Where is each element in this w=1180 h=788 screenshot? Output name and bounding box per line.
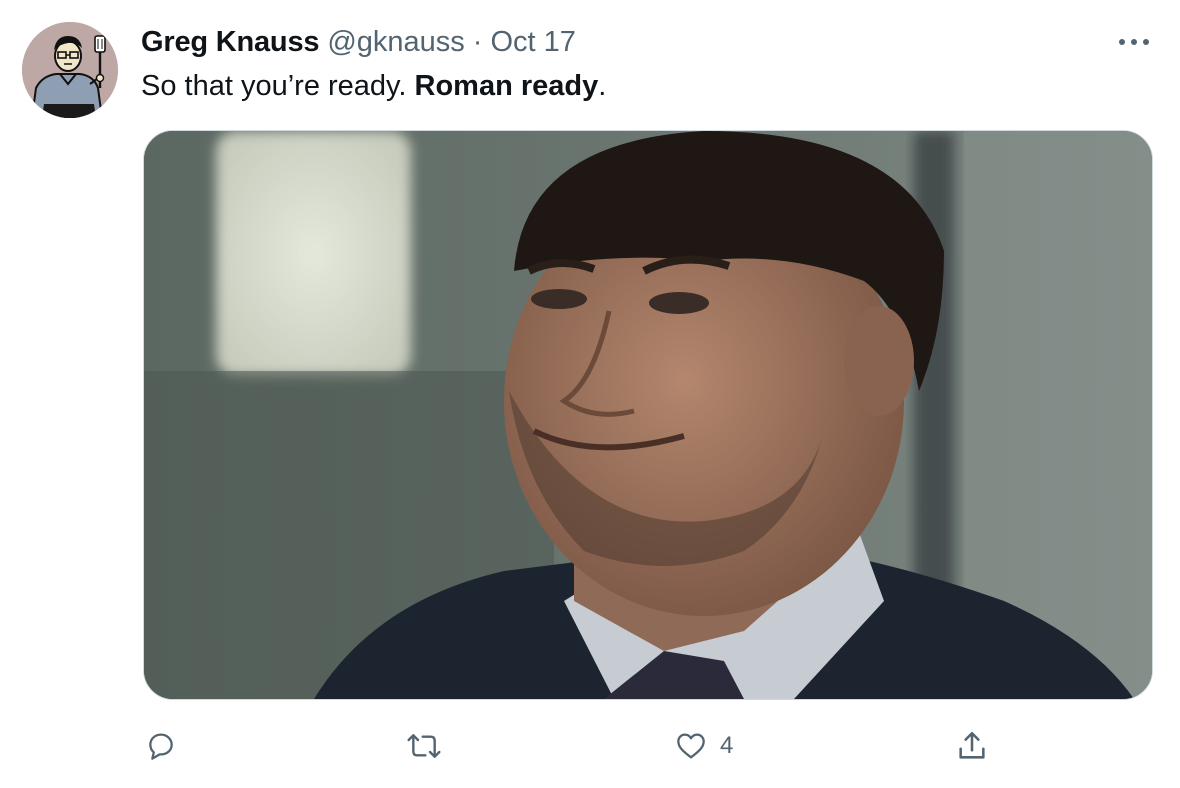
tweet-text-bold: Roman ready bbox=[414, 70, 599, 102]
share-button[interactable] bbox=[955, 722, 989, 770]
share-icon bbox=[959, 731, 985, 759]
like-count: 4 bbox=[720, 732, 734, 759]
header-separator: · bbox=[472, 25, 483, 58]
tweet-actions-bar: 4 bbox=[0, 722, 1180, 770]
heart-icon bbox=[677, 733, 705, 759]
author-handle[interactable]: @gknauss bbox=[327, 26, 464, 59]
tweet-header: Greg Knauss @gknauss · Oct 17 bbox=[141, 24, 576, 60]
more-options-button[interactable] bbox=[1112, 26, 1156, 58]
tweet-text: So that you’re ready. Roman ready. bbox=[141, 66, 606, 106]
tweet-date[interactable]: Oct 17 bbox=[490, 26, 575, 59]
cartoon-avatar-icon bbox=[22, 22, 118, 118]
more-dots-icon bbox=[1119, 39, 1149, 45]
tweet-text-end: . bbox=[598, 70, 607, 102]
retweet-icon bbox=[407, 734, 441, 758]
reply-button[interactable] bbox=[145, 722, 177, 770]
like-button[interactable]: 4 bbox=[674, 722, 733, 770]
reply-icon bbox=[149, 733, 173, 760]
tweet-text-plain: So that you’re ready. bbox=[141, 70, 407, 102]
author-name[interactable]: Greg Knauss bbox=[141, 26, 320, 59]
photo-image bbox=[144, 131, 1152, 699]
retweet-button[interactable] bbox=[406, 722, 442, 770]
tweet-media-photo[interactable] bbox=[143, 130, 1153, 700]
tweet-card[interactable]: Greg Knauss @gknauss · Oct 17 So that yo… bbox=[0, 0, 1180, 788]
author-avatar[interactable] bbox=[22, 22, 118, 118]
